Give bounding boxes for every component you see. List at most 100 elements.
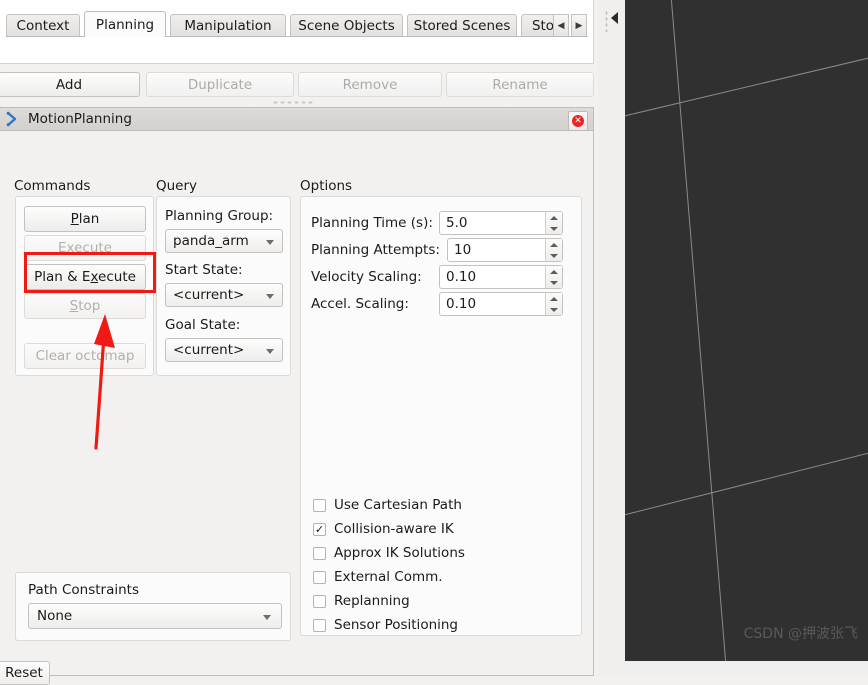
planning-time-spinbox[interactable]: 5.0 [439, 211, 563, 235]
chevron-down-icon [263, 615, 271, 620]
checkbox-collision-aware-ik[interactable]: ✓ Collision-aware IK [313, 518, 454, 540]
stop-button[interactable]: Stop [24, 293, 146, 319]
clear-octomap-button-label: Clear octomap [35, 348, 135, 364]
planning-time-stepper[interactable] [545, 212, 562, 234]
planning-attempts-row: Planning Attempts: [311, 238, 440, 262]
checkbox-label: Use Cartesian Path [334, 497, 462, 513]
splitter-grip-icon [272, 101, 314, 104]
planning-attempts-stepper[interactable] [545, 239, 562, 261]
execute-button-label: Execute [58, 240, 112, 256]
start-state-value: <current> [173, 287, 245, 303]
planning-time-label: Planning Time (s): [311, 215, 433, 231]
planning-group-label: Planning Group: [165, 208, 274, 224]
goal-state-select[interactable]: <current> [165, 338, 283, 362]
vertical-splitter[interactable] [598, 0, 625, 676]
planning-attempts-label: Planning Attempts: [311, 242, 440, 258]
checkbox-label: Collision-aware IK [334, 521, 454, 537]
checkbox-checked-icon: ✓ [313, 522, 326, 536]
goal-state-value: <current> [173, 342, 245, 358]
accel-scaling-stepper[interactable] [545, 293, 562, 315]
accel-scaling-label: Accel. Scaling: [311, 296, 409, 312]
dock-title-label: MotionPlanning [28, 111, 132, 127]
execute-button[interactable]: Execute [24, 235, 146, 261]
path-constraints-group-box: Path Constraints None [15, 572, 291, 641]
checkbox-label: Sensor Positioning [334, 617, 459, 633]
rename-button[interactable]: Rename [446, 72, 594, 97]
collapse-panel-arrow-icon[interactable] [611, 12, 618, 24]
checkbox-label: External Comm. [334, 569, 443, 585]
accel-scaling-value: 0.10 [446, 296, 477, 312]
query-group-label: Query [156, 178, 198, 194]
clear-octomap-button[interactable]: Clear octomap [24, 343, 146, 369]
tab-manipulation[interactable]: Manipulation [170, 14, 286, 37]
rviz-plugin-icon [4, 109, 24, 129]
goal-state-label: Goal State: [165, 317, 241, 333]
checkbox-replanning[interactable]: Replanning [313, 590, 410, 612]
chevron-down-icon [266, 294, 274, 299]
path-constraints-label: Path Constraints [28, 582, 139, 598]
plan-button[interactable]: Plan [24, 206, 146, 232]
options-group-label: Options [300, 178, 353, 194]
velocity-scaling-row: Velocity Scaling: [311, 265, 422, 289]
planning-group-select[interactable]: panda_arm [165, 229, 283, 253]
application-window: Add Duplicate Remove Rename MotionPlanni… [0, 0, 868, 685]
commands-group-box: Plan Execute Plan & Execute Stop Clear o… [15, 196, 154, 376]
plan-and-execute-button[interactable]: Plan & Execute [24, 264, 146, 290]
viewport-bottom-strip [625, 661, 868, 676]
start-state-select[interactable]: <current> [165, 283, 283, 307]
accel-scaling-spinbox[interactable]: 0.10 [439, 292, 563, 316]
planning-time-value: 5.0 [446, 215, 468, 231]
tab-stored-scenes[interactable]: Stored Scenes [407, 14, 517, 37]
watermark-text: CSDN @押波张飞 [743, 626, 858, 642]
tab-scene-objects[interactable]: Scene Objects [290, 14, 403, 37]
checkbox-icon [313, 498, 326, 512]
commands-group-label: Commands [14, 178, 91, 194]
horizontal-splitter[interactable] [0, 97, 598, 107]
close-icon[interactable]: ✕ [568, 111, 588, 131]
planning-attempts-value: 10 [454, 242, 472, 258]
checkbox-approx-ik-solutions[interactable]: Approx IK Solutions [313, 542, 465, 564]
close-glyph: ✕ [572, 115, 584, 127]
reset-button[interactable]: Reset [0, 661, 50, 685]
stop-button-label: Stop [69, 298, 101, 314]
left-panel: Add Duplicate Remove Rename MotionPlanni… [0, 0, 598, 685]
grid-lines [625, 0, 868, 661]
tab-scroll-left-icon[interactable]: ◀ [553, 14, 569, 37]
query-group-box: Planning Group: panda_arm Start State: <… [156, 196, 291, 376]
dock-titlebar: MotionPlanning ✕ [0, 107, 594, 131]
chevron-down-icon [266, 240, 274, 245]
tab-scroll-right-icon[interactable]: ▶ [571, 14, 587, 37]
plan-button-label: Plan [70, 211, 100, 227]
path-constraints-value: None [37, 608, 73, 624]
add-button[interactable]: Add [0, 72, 140, 97]
chevron-down-icon [266, 349, 274, 354]
planning-time-row: Planning Time (s): [311, 211, 433, 235]
accel-scaling-row: Accel. Scaling: [311, 292, 409, 316]
planning-group-value: panda_arm [173, 233, 249, 249]
velocity-scaling-value: 0.10 [446, 269, 477, 285]
velocity-scaling-stepper[interactable] [545, 266, 562, 288]
tab-bar: Context Planning Manipulation Scene Obje… [6, 11, 588, 37]
splitter-grip-icon [605, 10, 608, 32]
checkbox-icon [313, 594, 326, 608]
remove-button[interactable]: Remove [298, 72, 442, 97]
checkbox-label: Replanning [334, 593, 410, 609]
checkbox-label: Approx IK Solutions [334, 545, 465, 561]
checkbox-icon [313, 546, 326, 560]
checkbox-external-comm[interactable]: External Comm. [313, 566, 443, 588]
checkbox-sensor-positioning[interactable]: Sensor Positioning [313, 614, 458, 636]
velocity-scaling-label: Velocity Scaling: [311, 269, 422, 285]
checkbox-icon [313, 618, 326, 632]
planning-attempts-spinbox[interactable]: 10 [447, 238, 563, 262]
list-button-row: Add Duplicate Remove Rename [0, 72, 598, 97]
tab-planning[interactable]: Planning [84, 11, 166, 37]
duplicate-button[interactable]: Duplicate [146, 72, 294, 97]
options-group-box: Planning Time (s): 5.0 Planning Attempts… [300, 196, 582, 636]
plan-and-execute-button-label: Plan & Execute [34, 269, 136, 285]
path-constraints-select[interactable]: None [28, 603, 282, 629]
rviz-3d-viewport[interactable]: CSDN @押波张飞 [625, 0, 868, 661]
checkbox-use-cartesian-path[interactable]: Use Cartesian Path [313, 494, 462, 516]
velocity-scaling-spinbox[interactable]: 0.10 [439, 265, 563, 289]
start-state-label: Start State: [165, 262, 243, 278]
tab-context[interactable]: Context [6, 14, 80, 37]
